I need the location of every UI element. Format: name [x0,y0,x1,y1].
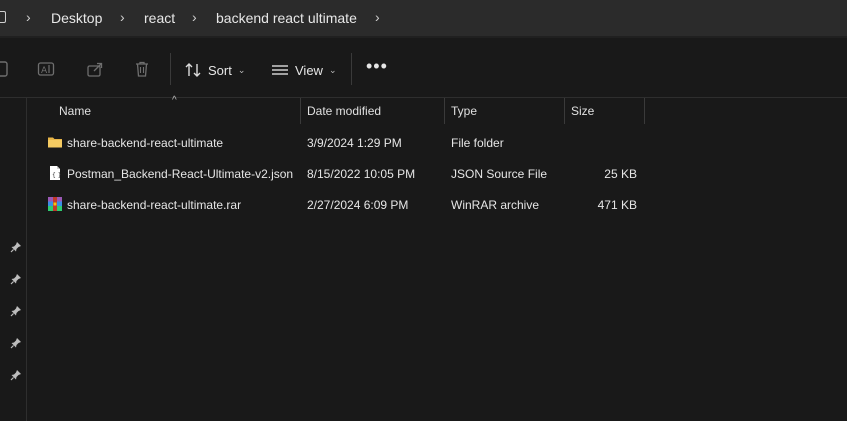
view-button[interactable]: View ⌄ [271,58,337,82]
pin-icon[interactable] [10,273,22,285]
breadcrumb[interactable]: › Desktop › react › backend react ultima… [0,0,847,36]
command-bar: A Sort ⌄ View ⌄ ••• [0,38,847,98]
chevron-right-icon[interactable]: › [26,9,31,25]
json-file-icon: { } [47,165,63,181]
pin-icon[interactable] [10,337,22,349]
chevron-down-icon: ⌄ [237,64,246,75]
more-options-icon[interactable]: ••• [366,57,388,78]
file-list: ^ Name Date modified Type Size share-bac… [28,95,847,421]
file-type: WinRAR archive [451,198,540,212]
pin-icon[interactable] [10,369,22,381]
pin-icon[interactable] [10,241,22,253]
file-name: Postman_Backend-React-Ultimate-v2.json [67,167,294,181]
column-header-size[interactable]: Size [565,98,645,124]
breadcrumb-desktop[interactable]: Desktop [51,10,102,26]
column-header-date-modified[interactable]: Date modified [301,98,445,124]
chevron-right-icon[interactable]: › [192,9,197,25]
file-row[interactable]: share-backend-react-ultimate.rar 2/27/20… [28,190,847,220]
file-size: 471 KB [597,198,637,212]
sort-label: Sort [208,62,232,78]
address-bar: › Desktop › react › backend react ultima… [0,0,847,38]
new-icon[interactable] [0,60,10,78]
rename-icon[interactable]: A [37,60,55,78]
file-type: JSON Source File [451,167,548,181]
file-date-modified: 8/15/2022 10:05 PM [307,167,416,181]
column-header-name[interactable]: Name [53,98,301,124]
file-row[interactable]: share-backend-react-ultimate 3/9/2024 1:… [28,128,847,158]
chevron-right-icon[interactable]: › [375,9,380,25]
delete-icon[interactable] [133,60,151,78]
share-icon[interactable] [86,60,104,78]
svg-text:{ }: { } [52,172,62,179]
folder-icon [47,134,63,150]
chevron-down-icon: ⌄ [328,64,337,75]
this-pc-icon[interactable] [0,11,6,23]
sort-icon [184,61,202,79]
breadcrumb-backend-react-ultimate[interactable]: backend react ultimate [216,10,357,26]
toolbar-divider [170,53,171,85]
view-icon [271,61,289,79]
toolbar-divider [351,53,352,85]
winrar-icon [47,196,63,212]
file-date-modified: 3/9/2024 1:29 PM [307,136,402,150]
file-type: File folder [451,136,504,150]
breadcrumb-react[interactable]: react [144,10,175,26]
navigation-pane [0,98,27,421]
svg-text:A: A [41,66,48,76]
file-row[interactable]: { } Postman_Backend-React-Ultimate-v2.js… [28,159,847,189]
sort-button[interactable]: Sort ⌄ [184,58,245,82]
pin-icon[interactable] [10,305,22,317]
file-size: 25 KB [604,167,637,181]
column-header-type[interactable]: Type [445,98,565,124]
file-name: share-backend-react-ultimate.rar [67,198,242,212]
chevron-right-icon[interactable]: › [120,9,125,25]
view-label: View [295,62,323,78]
file-date-modified: 2/27/2024 6:09 PM [307,198,409,212]
file-name: share-backend-react-ultimate [67,136,224,150]
